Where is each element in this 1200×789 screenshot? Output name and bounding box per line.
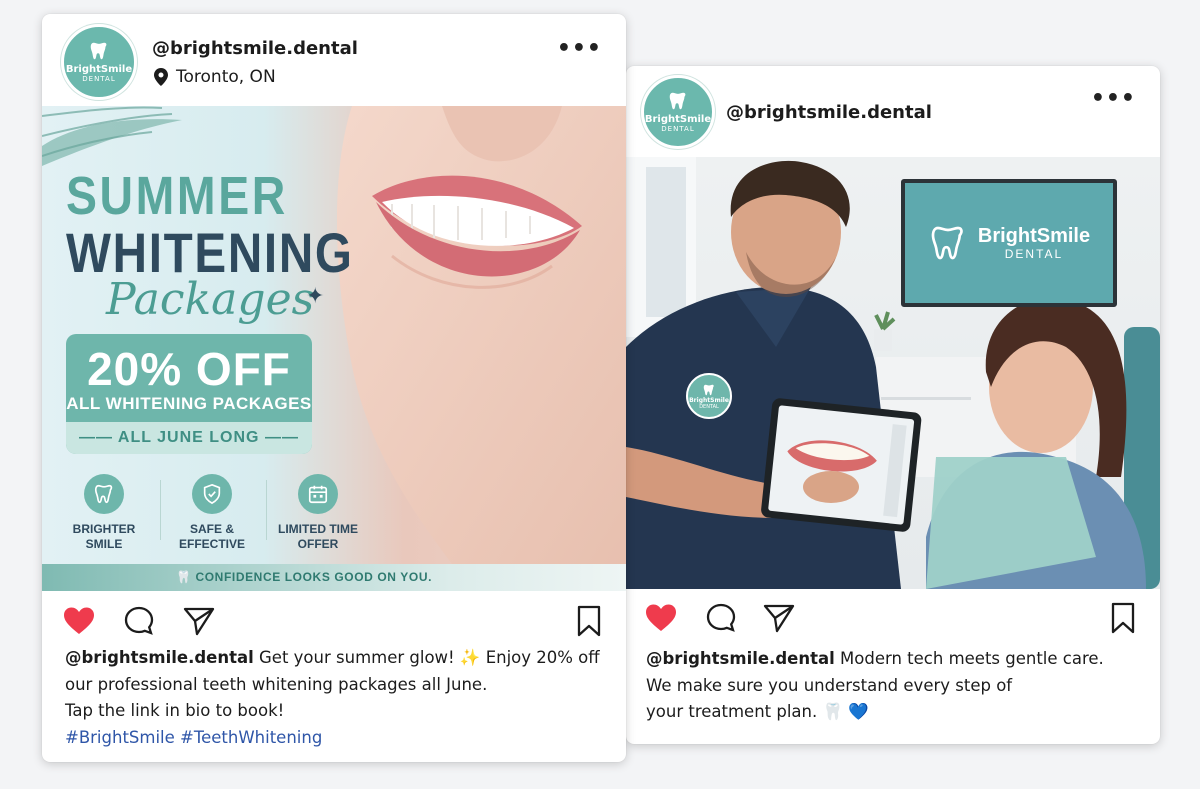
feature-list: BRIGHTER SMILE SAFE & EFFECTIVE LIMITED … (56, 474, 358, 564)
location-pin-icon (154, 68, 168, 86)
calendar-icon (298, 474, 338, 514)
caption-cta: Tap the link in bio to book! (65, 701, 285, 720)
post-image[interactable]: BrightSmile DENTAL BrightSmile DENTAL (626, 157, 1160, 589)
caption-username[interactable]: @brightsmile.dental (646, 649, 835, 668)
post-username[interactable]: @brightsmile.dental (152, 38, 358, 59)
post-header: BrightSmile DENTAL @brightsmile.dental T… (42, 14, 626, 106)
tooth-icon: 🦷 (176, 570, 196, 584)
badge-brand: BrightSmile (689, 396, 729, 404)
avatar-brand-sub: DENTAL (661, 125, 695, 133)
avatar[interactable]: BrightSmile DENTAL (641, 75, 715, 149)
feature-divider (266, 480, 267, 540)
caption-text: your treatment plan. 🦷 💙 (646, 702, 869, 721)
tagline-text: CONFIDENCE LOOKS GOOD ON YOU. (195, 570, 433, 584)
feature-label: OFFER (297, 537, 339, 551)
tooth-icon (703, 384, 714, 395)
tooth-icon (90, 42, 107, 60)
post-actions (42, 596, 626, 646)
post-card-modern-tech: BrightSmile DENTAL @brightsmile.dental •… (626, 66, 1160, 744)
offer-sub-text: ALL WHITENING PACKAGES (66, 394, 312, 413)
share-icon[interactable] (182, 604, 216, 638)
feature-label: EFFECTIVE (178, 537, 245, 551)
feature-label: SAFE & (189, 522, 234, 536)
caption-username[interactable]: @brightsmile.dental (65, 648, 254, 667)
tooth-icon (669, 92, 686, 110)
caption-text: Modern tech meets gentle care. (840, 649, 1104, 668)
avatar-brand: BrightSmile (65, 64, 133, 75)
heart-icon[interactable] (644, 601, 678, 635)
uniform-badge: BrightSmile DENTAL (686, 373, 732, 419)
tooth-icon (84, 474, 124, 514)
headline-summer: SUMMER (66, 166, 288, 226)
avatar-brand-sub: DENTAL (82, 75, 116, 83)
post-username[interactable]: @brightsmile.dental (726, 102, 932, 123)
more-options-icon[interactable]: ••• (1091, 86, 1136, 111)
bookmark-icon[interactable] (1106, 601, 1140, 635)
feature-limited-time: LIMITED TIME OFFER (270, 474, 366, 552)
tagline-banner: 🦷 CONFIDENCE LOOKS GOOD ON YOU. (42, 564, 626, 591)
feature-label: BRIGHTER (72, 522, 136, 536)
caption-text: We make sure you understand every step o… (646, 675, 1013, 695)
clinic-tv-screen: BrightSmile DENTAL (901, 179, 1117, 307)
comment-icon[interactable] (704, 601, 738, 635)
sparkle-icon: ✦ (306, 284, 325, 309)
location-label: Toronto, ON (176, 67, 276, 87)
feature-divider (160, 480, 161, 540)
caption-hashtags[interactable]: #BrightSmile #TeethWhitening (65, 728, 322, 747)
post-location[interactable]: Toronto, ON (154, 67, 276, 87)
tv-brand-sub: DENTAL (1004, 247, 1064, 261)
post-caption: @brightsmile.dental Modern tech meets ge… (646, 646, 1140, 726)
heart-icon[interactable] (62, 604, 96, 638)
offer-badge: 20% OFF ALL WHITENING PACKAGES —— ALL JU… (66, 334, 312, 454)
shield-icon (192, 474, 232, 514)
feature-safe-effective: SAFE & EFFECTIVE (164, 474, 260, 552)
post-caption: @brightsmile.dental Get your summer glow… (65, 645, 606, 751)
post-card-whitening: BrightSmile DENTAL @brightsmile.dental T… (42, 14, 626, 762)
more-options-icon[interactable]: ••• (557, 36, 602, 61)
tooth-icon (931, 226, 963, 260)
feature-label: SMILE (85, 537, 123, 551)
feature-label: LIMITED TIME (278, 522, 358, 536)
feature-brighter-smile: BRIGHTER SMILE (56, 474, 152, 552)
post-header: BrightSmile DENTAL @brightsmile.dental •… (626, 66, 1160, 157)
post-image[interactable]: SUMMER WHITENING Packages ✦ 20% OFF ALL … (42, 106, 626, 591)
tv-brand-text: BrightSmile (977, 225, 1091, 247)
post-actions (626, 593, 1160, 643)
offer-main-text: 20% OFF (87, 343, 291, 395)
avatar[interactable]: BrightSmile DENTAL (61, 24, 137, 100)
avatar-brand: BrightSmile (644, 114, 712, 125)
comment-icon[interactable] (122, 604, 156, 638)
offer-duration: —— ALL JUNE LONG —— (66, 422, 312, 454)
headline-packages: Packages (106, 274, 315, 325)
bookmark-icon[interactable] (572, 604, 606, 638)
badge-sub: DENTAL (699, 403, 719, 410)
share-icon[interactable] (762, 601, 796, 635)
